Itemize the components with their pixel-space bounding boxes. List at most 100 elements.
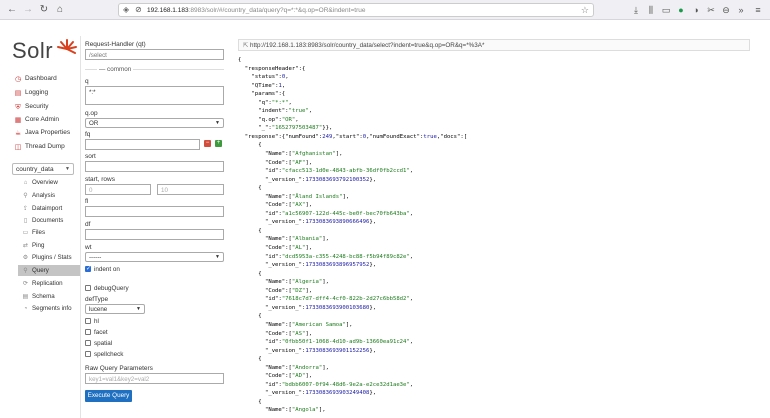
address-bar[interactable]: ◈ ⊘ 192.168.1.183:8983/solr/#/country_da… xyxy=(118,3,594,17)
chevron-down-icon: ▼ xyxy=(65,166,70,172)
security-icon: ⛨ xyxy=(15,104,21,111)
files-icon: ▭ xyxy=(22,230,29,236)
q-textarea[interactable]: *:* xyxy=(85,86,224,105)
solr-sun-icon xyxy=(57,39,77,54)
df-label: df xyxy=(85,221,91,228)
deftype-label: defType xyxy=(85,296,109,303)
solr-logo[interactable]: Solr xyxy=(12,38,77,68)
browser-toolbar: ← → ↻ ⌂ ◈ ⊘ 192.168.1.183:8983/solr/#/co… xyxy=(0,0,770,20)
core-item-overview[interactable]: ⌂ Overview xyxy=(22,179,58,190)
hl-checkbox[interactable] xyxy=(85,318,91,324)
debugquery-label: debugQuery xyxy=(94,285,129,292)
spatial-label: spatial xyxy=(94,340,113,347)
analysis-icon: ⚲ xyxy=(23,193,28,199)
indent-label: indent on xyxy=(94,266,120,273)
core-item-ping[interactable]: ⇄ Ping xyxy=(22,242,44,253)
core-item-files[interactable]: ▭ Files xyxy=(22,229,45,240)
ping-icon: ⇄ xyxy=(22,243,29,249)
common-section-label: — common xyxy=(97,66,134,73)
menu-icon[interactable]: ≡ xyxy=(752,4,764,16)
download-icon[interactable]: ⤓ xyxy=(630,4,642,16)
facet-label: facet xyxy=(94,329,108,336)
core-item-query[interactable]: ⚲ Query xyxy=(22,267,49,278)
fl-input[interactable] xyxy=(85,206,224,217)
insecure-lock-icon: ⊘ xyxy=(135,5,142,14)
add-fq-button[interactable]: + xyxy=(215,140,222,147)
link-icon: ⇱ xyxy=(243,42,251,49)
spellcheck-label: spellcheck xyxy=(94,351,124,358)
thread-icon: ◫ xyxy=(14,144,22,151)
sidebar-item-thread-dump[interactable]: ◫ Thread Dump xyxy=(14,143,65,155)
screenshot-icon[interactable]: ✂ xyxy=(705,4,717,16)
chevron-down-icon: ▼ xyxy=(136,306,141,312)
deftype-select[interactable]: lucene ▼ xyxy=(85,304,145,314)
sidebar-item-security[interactable]: ⛨ Security xyxy=(14,103,48,115)
overview-icon: ⌂ xyxy=(23,180,28,186)
sidebar-divider xyxy=(80,36,81,418)
sort-label: sort xyxy=(85,153,96,160)
facet-checkbox[interactable] xyxy=(85,329,91,335)
fq-input[interactable] xyxy=(85,139,200,150)
plugins-icon: ⚙ xyxy=(22,255,29,261)
request-url-link[interactable]: ⇱ http://192.168.1.183:8983/solr/country… xyxy=(238,39,750,51)
raw-query-input[interactable]: key1=val1&key2=val2 xyxy=(85,373,224,384)
raw-query-label: Raw Query Parameters xyxy=(85,365,153,372)
start-rows-label: start, rows xyxy=(85,176,115,183)
library-icon[interactable]: ⫼ xyxy=(645,4,657,16)
shield-icon: ◈ xyxy=(123,5,130,14)
sidebar-item-core-admin[interactable]: ▦ Core Admin xyxy=(14,116,59,128)
segments-icon: ◔ xyxy=(23,306,28,312)
core-selector[interactable]: country_data ▼ xyxy=(12,163,74,175)
core-item-dataimport[interactable]: ⇪ Dataimport xyxy=(22,205,62,216)
core-item-schema[interactable]: ▤ Schema xyxy=(22,293,55,304)
back-icon[interactable]: ← xyxy=(6,4,18,16)
hl-label: hl xyxy=(94,318,99,325)
reload-icon[interactable]: ↻ xyxy=(38,4,50,16)
sidebar-item-logging[interactable]: ▤ Logging xyxy=(14,89,48,101)
sort-input[interactable] xyxy=(85,161,224,172)
sidebar-item-dashboard[interactable]: ◷ Dashboard xyxy=(14,75,57,87)
documents-icon: ▯ xyxy=(23,218,28,224)
core-admin-icon: ▦ xyxy=(14,117,22,124)
fl-label: fl xyxy=(85,198,89,205)
core-item-analysis[interactable]: ⚲ Analysis xyxy=(22,192,55,203)
wt-select[interactable]: ------ ▼ xyxy=(85,252,224,262)
forward-icon[interactable]: → xyxy=(22,4,34,16)
chevron-down-icon: ▼ xyxy=(215,254,220,260)
home-icon[interactable]: ⌂ xyxy=(54,4,66,16)
spatial-checkbox[interactable] xyxy=(85,340,91,346)
wt-label: wt xyxy=(85,244,92,251)
request-handler-input[interactable]: /select xyxy=(85,49,224,60)
sidebar-item-java-properties[interactable]: ☕ Java Properties xyxy=(14,129,70,141)
qop-select[interactable]: OR ▼ xyxy=(85,118,224,128)
df-input[interactable] xyxy=(85,229,224,240)
qop-label: q.op xyxy=(85,110,98,117)
debugquery-checkbox[interactable] xyxy=(85,285,91,291)
remove-fq-button[interactable]: − xyxy=(204,140,211,147)
rows-input[interactable]: 10 xyxy=(157,184,224,195)
core-item-segments-info[interactable]: ◔ Segments info xyxy=(22,305,72,316)
spellcheck-checkbox[interactable] xyxy=(85,351,91,357)
chevron-down-icon: ▼ xyxy=(215,120,220,126)
extension-icon[interactable]: ● xyxy=(675,4,687,16)
sync-icon[interactable]: ◑ xyxy=(690,4,702,16)
indent-checkbox[interactable] xyxy=(85,265,91,272)
dataimport-icon: ⇪ xyxy=(22,206,29,212)
q-label: q xyxy=(85,78,89,85)
account-icon[interactable]: ⊖ xyxy=(720,4,732,16)
start-input[interactable]: 0 xyxy=(85,184,151,195)
query-icon: ⚲ xyxy=(23,268,28,274)
schema-icon: ▤ xyxy=(22,294,29,300)
sidebar-icon[interactable]: ▭ xyxy=(660,4,672,16)
java-icon: ☕ xyxy=(14,130,22,137)
core-item-documents[interactable]: ▯ Documents xyxy=(22,217,63,228)
replication-icon: ⟳ xyxy=(22,281,29,287)
execute-query-button[interactable]: Execute Query xyxy=(85,390,132,402)
bookmark-star-icon[interactable]: ☆ xyxy=(581,5,589,16)
request-handler-label: Request-Handler (qt) xyxy=(85,41,146,48)
core-item-plugins-stats[interactable]: ⚙ Plugins / Stats xyxy=(22,254,72,265)
fq-label: fq xyxy=(85,131,91,138)
extensions-icon[interactable]: » xyxy=(735,4,747,16)
logging-icon: ▤ xyxy=(14,90,22,97)
core-item-replication[interactable]: ⟳ Replication xyxy=(22,280,63,291)
